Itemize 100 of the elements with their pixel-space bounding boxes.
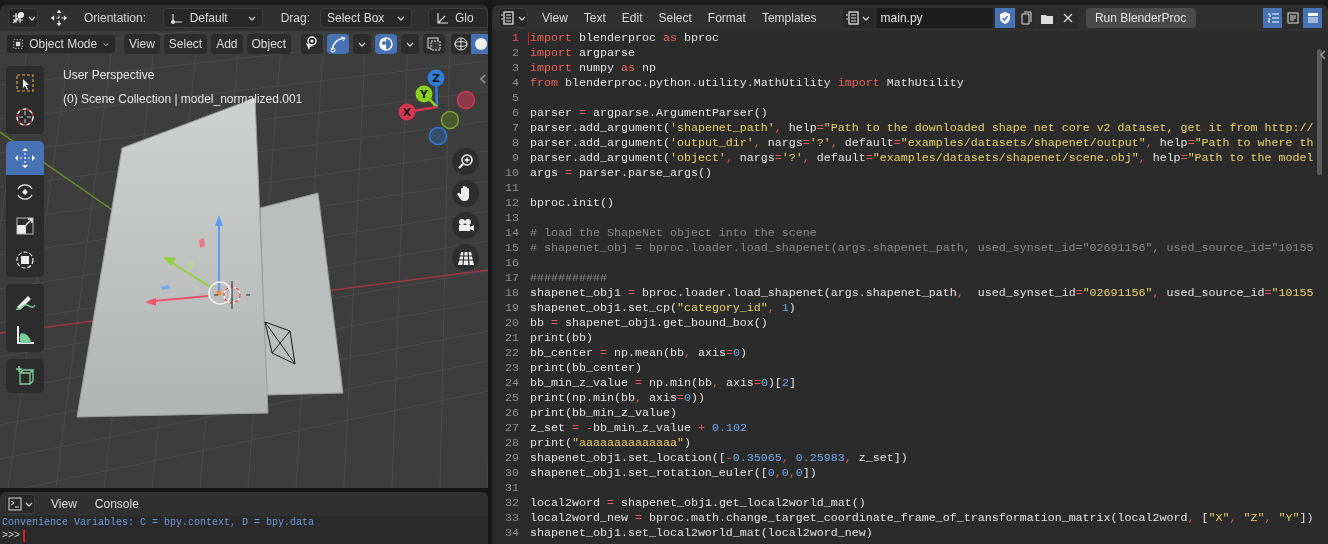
- code-line: shapenet_obj1.set_rotation_euler([0,0,0]): [530, 466, 817, 481]
- xray-icon: [425, 35, 444, 53]
- caret-icon: [358, 41, 367, 47]
- line-number: 31: [504, 481, 519, 496]
- chevron-icon[interactable]: [479, 73, 487, 85]
- move-icon: [13, 146, 37, 170]
- line-number: 33: [504, 511, 519, 526]
- code-line: print(bb): [530, 331, 593, 346]
- viewport-info: User Perspective: [63, 67, 156, 84]
- toggle-button[interactable]: [423, 34, 446, 54]
- orientation-dropdown[interactable]: Default: [162, 8, 263, 28]
- overlay-icon: [377, 35, 396, 53]
- code-line: args = parser.parse_args(): [530, 166, 712, 181]
- menu-item[interactable]: Select: [652, 9, 698, 27]
- shading-button[interactable]: [471, 34, 488, 54]
- menu-item[interactable]: Text: [577, 9, 612, 27]
- file-browse-button[interactable]: [842, 8, 874, 28]
- caret-icon: [517, 15, 526, 21]
- pivot-dropdown[interactable]: Glo: [428, 8, 488, 28]
- code-line: import blenderproc as bproc: [530, 31, 719, 46]
- chevron-icon[interactable]: [1319, 49, 1327, 61]
- view-toggle[interactable]: [1283, 8, 1302, 28]
- move-icon[interactable]: [50, 7, 68, 29]
- view-toggle[interactable]: [1263, 8, 1282, 28]
- line-number: 8: [511, 136, 519, 151]
- caret-icon: [406, 41, 415, 47]
- mode-dropdown[interactable]: Object Mode: [6, 34, 116, 54]
- line-number: 3: [511, 61, 519, 76]
- code-line: ###########: [530, 271, 607, 286]
- line-number: 4: [511, 76, 519, 91]
- editor-type-button[interactable]: [498, 8, 528, 28]
- file-button[interactable]: [1037, 8, 1057, 28]
- file-button[interactable]: [1058, 8, 1078, 28]
- code-line: parser.add_argument('output_dir', nargs='?', default="examples/datasets/shapenet/output", help="Path to where th: [530, 136, 1314, 151]
- editor-type-button[interactable]: [5, 494, 35, 514]
- menu-item[interactable]: View: [536, 9, 574, 27]
- menu-item[interactable]: Object: [246, 34, 292, 54]
- line-number: 17: [504, 271, 519, 286]
- sphere-icon: [473, 36, 488, 52]
- menu-item[interactable]: Templates: [755, 9, 823, 27]
- line-number: 2: [511, 46, 519, 61]
- axis-handle[interactable]: [456, 90, 476, 110]
- axis-handle[interactable]: [440, 110, 460, 130]
- line-number: 34: [504, 526, 519, 541]
- navigation-button[interactable]: [452, 244, 479, 271]
- code-line: shapenet_obj1.set_local2world_mat(local2word_new): [530, 526, 873, 541]
- wireframe-icon: [453, 36, 470, 52]
- code-line: shapenet_obj1.set_location([-0.35065, 0.25983, z_set]): [530, 451, 908, 466]
- cursor-icon: [13, 105, 37, 129]
- axis-handle[interactable]: [428, 126, 448, 146]
- navigation-button[interactable]: [452, 180, 479, 207]
- caret-icon: [27, 15, 36, 21]
- toggle-button[interactable]: [301, 34, 324, 54]
- new-file-icon: [1019, 11, 1034, 25]
- navigation-button[interactable]: [452, 212, 479, 239]
- toggle-button[interactable]: [327, 34, 350, 54]
- console-line: Convenience Variables: C = bpy.context, D = bpy.data: [2, 516, 316, 529]
- menu-item[interactable]: View: [124, 34, 160, 54]
- editor-type-button[interactable]: [8, 8, 38, 28]
- file-name-field[interactable]: main.py: [875, 8, 993, 28]
- line-number: 21: [504, 331, 519, 346]
- axis-handle[interactable]: X: [398, 103, 438, 121]
- code-line: bb_min_z_value = np.min(bb, axis=0)[2]: [530, 376, 796, 391]
- view-toggle[interactable]: [1303, 8, 1322, 28]
- menu-item[interactable]: Edit: [615, 9, 649, 27]
- axes-icon: [435, 11, 449, 25]
- code-line: from blenderproc.python.utility.MathUtility import MathUtility: [530, 76, 964, 91]
- menu-item[interactable]: View: [49, 495, 79, 513]
- caret-icon: [247, 15, 256, 21]
- code-line: parser.add_argument('object', nargs='?', default="examples/datasets/shapenet/scene.obj", help="Path to the model: [530, 151, 1314, 166]
- code-line: bb_center = np.mean(bb, axis=0): [530, 346, 747, 361]
- navigation-button[interactable]: [452, 148, 479, 175]
- shading-button[interactable]: [451, 34, 472, 54]
- menu-item[interactable]: Format: [701, 9, 752, 27]
- run-button[interactable]: Run BlenderProc: [1085, 8, 1196, 28]
- line-number: 11: [504, 181, 519, 196]
- text-cursor: [23, 529, 25, 542]
- line-number: 7: [511, 121, 519, 136]
- line-number: 9: [511, 151, 519, 166]
- drag-dropdown[interactable]: Select Box: [320, 8, 412, 28]
- toggle-button[interactable]: [375, 34, 398, 54]
- fake-user-button[interactable]: [994, 8, 1015, 28]
- line-number: 13: [504, 211, 519, 226]
- menu-item[interactable]: Console: [92, 495, 141, 513]
- line-number: 6: [511, 106, 519, 121]
- code-line: local2word_new = bproc.math.change_target_coordinate_frame_of_transformation_matrix(local2word, ["X", "Z", "Y"]): [530, 511, 1314, 526]
- line-number: 28: [504, 436, 519, 451]
- line-number: 30: [504, 466, 519, 481]
- code-line: parser.add_argument('shapenet_path', help="Path to the downloaded shape net core v2 dataset, get it from http://: [530, 121, 1314, 136]
- drag-label: Drag:: [280, 10, 310, 27]
- caret-icon: [103, 41, 109, 47]
- scrollbar[interactable]: [1317, 49, 1322, 175]
- document-icon: [500, 11, 515, 25]
- console-prompt: >>>: [2, 529, 20, 542]
- word-wrap-icon: [1285, 11, 1300, 25]
- line-number: 32: [504, 496, 519, 511]
- menu-item[interactable]: Add: [211, 34, 243, 54]
- object-mode-icon: [13, 37, 24, 51]
- menu-item[interactable]: Select: [163, 34, 208, 54]
- line-number: 29: [504, 451, 519, 466]
